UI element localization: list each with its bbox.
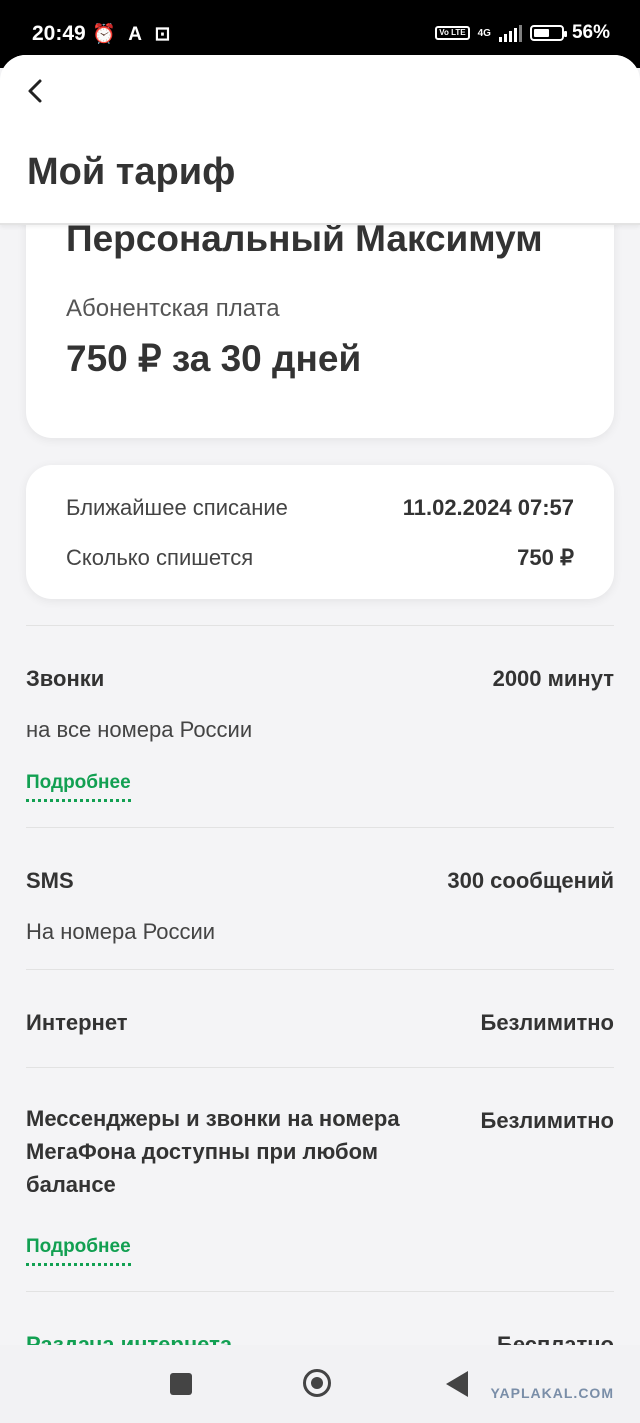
status-time: 20:49 xyxy=(32,22,86,45)
status-notification-icons: ⏰ A ⊡ xyxy=(92,24,175,45)
page-title: Мой тариф xyxy=(27,151,236,193)
next-charge-row: Ближайшее списание 11.02.2024 07:57 xyxy=(66,495,574,521)
battery-icon xyxy=(529,25,567,41)
sms-title: SMS xyxy=(26,868,74,893)
internet-title: Интернет xyxy=(26,1010,128,1035)
fee-label: Абонентская плата xyxy=(66,295,280,322)
back-button[interactable] xyxy=(18,73,54,109)
watermark-text: YAPLAKAL.COM xyxy=(490,1385,614,1401)
calls-title: Звонки xyxy=(26,666,105,691)
status-right-group: Vo LTE 4G 56% xyxy=(435,22,610,44)
internet-value: Безлимитно xyxy=(480,1010,615,1035)
recents-button[interactable] xyxy=(170,1373,192,1395)
billing-card: Ближайшее списание 11.02.2024 07:57 Скол… xyxy=(26,465,614,599)
next-charge-label: Ближайшее списание xyxy=(66,495,288,520)
calls-value: 2000 минут xyxy=(492,666,614,691)
system-nav-bar: YAPLAKAL.COM xyxy=(0,1345,640,1423)
network-type: 4G xyxy=(477,27,491,39)
sms-value: 300 сообщений xyxy=(447,868,614,893)
sharing-value: Бесплатно xyxy=(497,1332,614,1345)
charge-amount-value: 750 ₽ xyxy=(517,545,574,570)
chevron-left-icon xyxy=(28,79,42,103)
app-sheet: Персональный Максимум Абонентская плата … xyxy=(0,55,640,1345)
charge-amount-row: Сколько спишется 750 ₽ xyxy=(66,545,574,571)
signal-icon xyxy=(498,24,522,42)
system-back-button[interactable] xyxy=(446,1371,468,1397)
calls-more-link[interactable]: Подробнее xyxy=(26,772,131,802)
messengers-value: Безлимитно xyxy=(480,1108,615,1133)
messengers-title: Мессенджеры и звонки на номера МегаФона … xyxy=(26,1106,400,1197)
sharing-title[interactable]: Раздача интернета xyxy=(26,1332,232,1345)
fee-value: 750 ₽ за 30 дней xyxy=(66,338,362,379)
app-header: Мой тариф xyxy=(0,55,640,225)
sms-subtitle: На номера России xyxy=(26,919,216,944)
home-button[interactable] xyxy=(303,1369,331,1397)
battery-fill xyxy=(533,29,549,37)
battery-percent: 56% xyxy=(571,22,610,43)
internet-section: Интернет Безлимитно xyxy=(26,969,614,1068)
messengers-more-link[interactable]: Подробнее xyxy=(26,1236,131,1266)
volte-icon: Vo LTE xyxy=(435,26,470,40)
messengers-section: Мессенджеры и звонки на номера МегаФона … xyxy=(26,1067,614,1292)
sms-section: SMS 300 сообщений На номера России xyxy=(26,827,614,970)
charge-amount-label: Сколько спишется xyxy=(66,545,254,570)
calls-section: Звонки 2000 минут на все номера России П… xyxy=(26,625,614,828)
next-charge-value: 11.02.2024 07:57 xyxy=(402,495,574,520)
calls-subtitle: на все номера России xyxy=(26,717,253,742)
scroll-content[interactable]: Персональный Максимум Абонентская плата … xyxy=(0,55,640,1345)
sharing-section: Раздача интернета Бесплатно xyxy=(26,1291,614,1345)
